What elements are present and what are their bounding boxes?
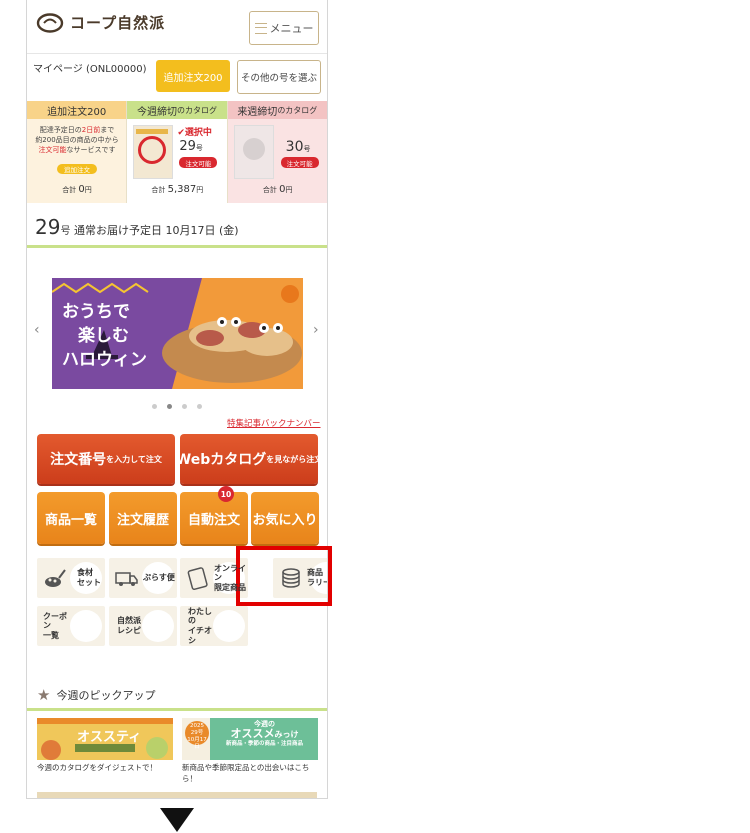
food-set-icon	[45, 569, 66, 587]
add200-description: 配達予定日の2日前まで 約200品目の商品の中から 注文可能なサービスです	[35, 126, 119, 155]
catalog-col-next-week[interactable]: 来週締切 のカタログ 30号 注文可能 合計 0円	[227, 101, 327, 203]
halloween-banner[interactable]: おうちで 楽しむ ハロウィン	[52, 278, 303, 389]
tile-food-set[interactable]: 食材 セット	[37, 558, 105, 598]
tile-plus-delivery[interactable]: ぷらす便	[109, 558, 177, 598]
tile-online-limited[interactable]: オンライン 限定商品	[180, 558, 248, 598]
carousel-dot[interactable]	[182, 404, 187, 409]
add-order-200-button[interactable]: 追加注文200	[156, 60, 230, 92]
col-total: 合計 0円	[62, 184, 92, 195]
coop-logo-icon	[36, 12, 64, 33]
order-history-button[interactable]: 注文履歴	[109, 492, 177, 544]
logo-text: コープ自然派	[70, 14, 166, 32]
catalog-col-this-week[interactable]: 今週締切 のカタログ ✔選択中 29号 注文可能 合計 5,387円	[126, 101, 228, 203]
issue-number: 29号	[179, 139, 203, 154]
col-header: 追加注文200	[27, 101, 127, 119]
banner-text: おうちで 楽しむ ハロウィン	[62, 302, 147, 370]
order-by-number-button[interactable]: 注文番号 を入力して注文	[37, 434, 175, 484]
carousel-dot[interactable]	[197, 404, 202, 409]
pickup-heading: ★ 今週のピックアップ	[37, 686, 156, 704]
menu-label: メニュー	[269, 22, 314, 35]
mobile-screen: コープ自然派 メニュー マイページ (ONL00000) 追加注文200 その他…	[26, 0, 328, 799]
favorites-button[interactable]: お気に入り	[251, 492, 319, 544]
pickup-caption-1: 今週のカタログをダイジェストで！	[37, 763, 157, 772]
pickup-item-osusume[interactable]: 2025 29号 10月17日 今週の オススメみっけ 新商品・季節の商品・注目商品	[182, 718, 318, 760]
other-issue-button[interactable]: その他の号を選ぶ	[237, 60, 321, 94]
delivery-info: 29号 通常お届け予定日 10月17日 (金)	[35, 215, 239, 239]
product-list-button[interactable]: 商品一覧	[37, 492, 105, 544]
divider	[27, 708, 327, 711]
col-total: 合計 5,387円	[151, 184, 204, 195]
tablet-icon	[187, 567, 208, 590]
auto-order-badge: 10	[218, 486, 234, 502]
auto-order-button[interactable]: 自動注文 10	[180, 486, 248, 544]
carousel-prev-arrow[interactable]: ‹	[34, 322, 40, 338]
carousel-dots	[152, 404, 202, 409]
carousel-dot[interactable]	[152, 404, 157, 409]
backnumber-link[interactable]: 特集記事バックナンバー	[227, 417, 321, 429]
web-catalog-button[interactable]: Webカタログ を見ながら注文	[176, 434, 322, 484]
tile-recipe[interactable]: 自然派 レシピ	[109, 606, 177, 646]
add-order-pill: 追加注文	[57, 164, 97, 174]
osusutei-title: オススティ	[77, 730, 142, 745]
pickup-caption-2: 新商品や季節限定品との出会いはこち ら！	[182, 763, 310, 784]
hamburger-icon	[254, 22, 267, 34]
mypage-label[interactable]: マイページ (ONL00000)	[33, 60, 147, 75]
divider	[27, 245, 327, 248]
osusume-title: 今週の オススメみっけ 新商品・季節の商品・注目商品	[226, 720, 304, 747]
next-row-peek	[37, 792, 317, 798]
orderable-pill: 注文可能	[280, 157, 319, 168]
catalog-thumbnail	[233, 125, 274, 179]
carousel-next-arrow[interactable]: ›	[313, 322, 319, 338]
carousel-dot-active[interactable]	[167, 404, 172, 409]
issue-badge: 2025 29号 10月17日	[185, 721, 209, 750]
catalog-columns: 追加注文200 配達予定日の2日前まで 約200品目の商品の中から 注文可能なサ…	[27, 101, 327, 203]
tile-coupon-list[interactable]: クーポン 一覧	[37, 606, 105, 646]
pickup-item-osusutei[interactable]: オススティ	[37, 718, 173, 760]
col-total: 合計 0円	[262, 184, 293, 195]
col-header: 来週締切 のカタログ	[227, 101, 327, 119]
col-header: 今週締切 のカタログ	[127, 101, 227, 119]
selected-status: ✔選択中	[177, 128, 212, 138]
down-arrow-icon	[160, 808, 194, 832]
issue-number: 30号	[285, 139, 311, 155]
catalog-col-add200[interactable]: 追加注文200 配達予定日の2日前まで 約200品目の商品の中から 注文可能なサ…	[27, 101, 127, 203]
star-icon: ★	[37, 686, 51, 704]
catalog-thumbnail	[133, 125, 174, 179]
header: コープ自然派 メニュー	[27, 0, 327, 54]
truck-icon	[115, 572, 138, 586]
menu-button[interactable]: メニュー	[249, 11, 319, 45]
tile-my-pick[interactable]: わたしの イチオシ	[180, 606, 248, 646]
orderable-pill: 注文可能	[179, 157, 218, 168]
logo[interactable]: コープ自然派	[36, 12, 165, 33]
